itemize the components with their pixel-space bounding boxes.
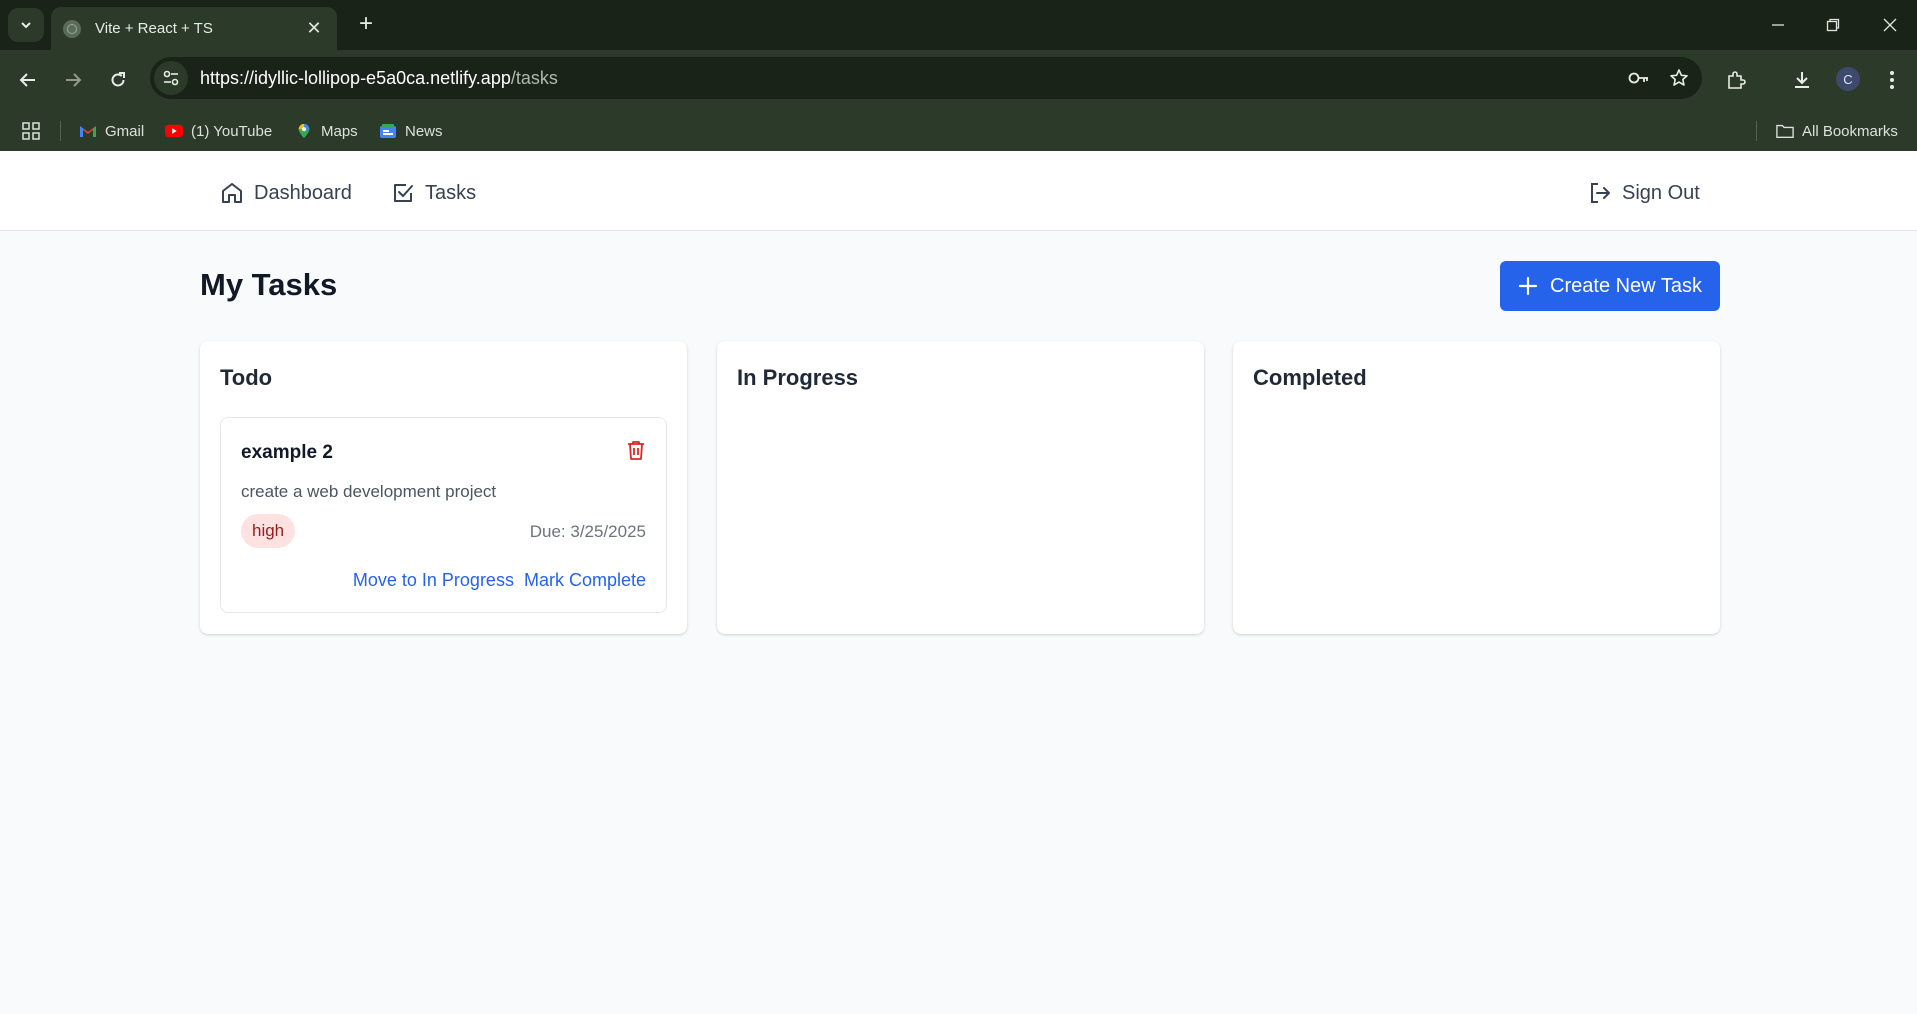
sign-out-label: Sign Out [1622,181,1700,204]
bookmark-label: (1) YouTube [191,122,273,140]
close-window-button[interactable] [1870,10,1910,40]
delete-task-button[interactable] [625,438,647,462]
bookmark-news[interactable]: News [379,120,443,142]
gmail-icon [80,126,96,137]
close-tab-icon[interactable]: ✕ [303,18,325,39]
tune-icon [163,70,179,86]
close-icon [1883,18,1897,32]
puzzle-icon [1728,71,1746,89]
move-to-in-progress-button[interactable]: Move to In Progress [353,570,514,591]
bookmark-gmail[interactable]: Gmail [79,120,144,142]
create-task-label: Create New Task [1550,274,1702,297]
tab-strip: Vite + React + TS ✕ + [0,0,1917,50]
arrow-left-icon [19,73,35,87]
column-todo: Todo example 2 create a web development … [200,341,687,634]
all-bookmarks-label: All Bookmarks [1802,122,1898,140]
column-title: In Progress [737,365,859,390]
url-text[interactable]: https://idyllic-lollipop-e5a0ca.netlify.… [200,68,1622,89]
browser-menu-button[interactable] [1876,64,1908,96]
bookmark-star-button[interactable] [1662,61,1696,95]
profile-avatar[interactable]: C [1836,67,1860,91]
tab-title: Vite + React + TS [95,20,213,37]
checkbox-icon [394,184,413,202]
bookmarks-divider [60,121,61,141]
nav-dashboard[interactable]: Dashboard [220,178,352,208]
browser-toolbar: https://idyllic-lollipop-e5a0ca.netlify.… [0,50,1917,108]
nav-dashboard-label: Dashboard [254,181,352,204]
column-title: Completed [1253,365,1367,390]
task-actions: Move to In Progress Mark Complete [353,570,646,591]
reload-button[interactable] [102,64,134,96]
arrow-right-icon [66,73,82,87]
task-due-date: Due: 3/25/2025 [529,522,646,541]
apps-button[interactable] [22,120,40,142]
bookmark-label: Gmail [105,122,145,140]
sign-out-button[interactable]: Sign Out [1588,178,1700,208]
restore-button[interactable] [1813,10,1853,40]
all-bookmarks-button[interactable]: All Bookmarks [1776,120,1898,142]
globe-icon [63,19,81,38]
address-bar[interactable]: https://idyllic-lollipop-e5a0ca.netlify.… [150,57,1702,99]
restore-icon [1826,18,1840,32]
nav-tasks[interactable]: Tasks [391,178,476,208]
mark-complete-button[interactable]: Mark Complete [524,570,646,591]
reload-icon [111,72,125,87]
home-icon [222,183,242,203]
nav-tasks-label: Tasks [425,181,477,204]
active-tab[interactable]: Vite + React + TS ✕ [51,7,337,50]
star-icon [1670,69,1688,86]
app-navbar: Dashboard Tasks Sign Out [0,151,1917,231]
bookmark-label: Maps [321,122,358,140]
password-key-button[interactable] [1622,61,1656,95]
column-completed: Completed [1233,341,1720,634]
chevron-down-icon [21,22,31,29]
download-icon [1795,72,1809,88]
task-title: example 2 [241,442,333,463]
column-in-progress: In Progress [717,341,1204,634]
apps-grid-icon [22,122,40,140]
bookmark-label: News [405,122,443,140]
column-title: Todo [220,365,273,390]
news-icon [380,124,396,138]
bookmarks-divider [1756,121,1757,141]
minimize-icon [1772,24,1784,26]
trash-icon [628,441,644,460]
youtube-icon [165,124,183,138]
maps-icon [298,123,310,139]
downloads-button[interactable] [1786,64,1818,96]
logout-icon [1591,183,1610,203]
back-button[interactable] [12,64,44,96]
minimize-button[interactable] [1758,10,1798,40]
bookmark-youtube[interactable]: (1) YouTube [165,120,272,142]
app-root: Dashboard Tasks Sign Out My Tasks Create… [0,151,1917,1014]
plus-icon [1518,276,1538,296]
forward-button[interactable] [57,64,89,96]
new-tab-button[interactable]: + [352,10,380,38]
browser-chrome: Vite + React + TS ✕ + https://idyllic-lo… [0,0,1917,151]
task-card: example 2 create a web development proje… [220,417,667,613]
url-path: /tasks [510,67,558,88]
more-vert-icon [1890,71,1894,89]
tab-search-button[interactable] [8,8,44,42]
url-host: https://idyllic-lollipop-e5a0ca.netlify.… [200,67,511,88]
priority-badge: high [241,514,296,548]
folder-icon [1776,124,1794,138]
site-info-button[interactable] [154,61,188,95]
task-description: create a web development project [241,482,497,501]
bookmark-maps[interactable]: Maps [295,120,358,142]
extensions-button[interactable] [1720,64,1752,96]
create-task-button[interactable]: Create New Task [1500,261,1720,311]
page-title: My Tasks [200,267,338,302]
bookmarks-bar: Gmail (1) YouTube Maps News All Bookmark… [0,108,1917,151]
key-icon [1628,72,1648,84]
